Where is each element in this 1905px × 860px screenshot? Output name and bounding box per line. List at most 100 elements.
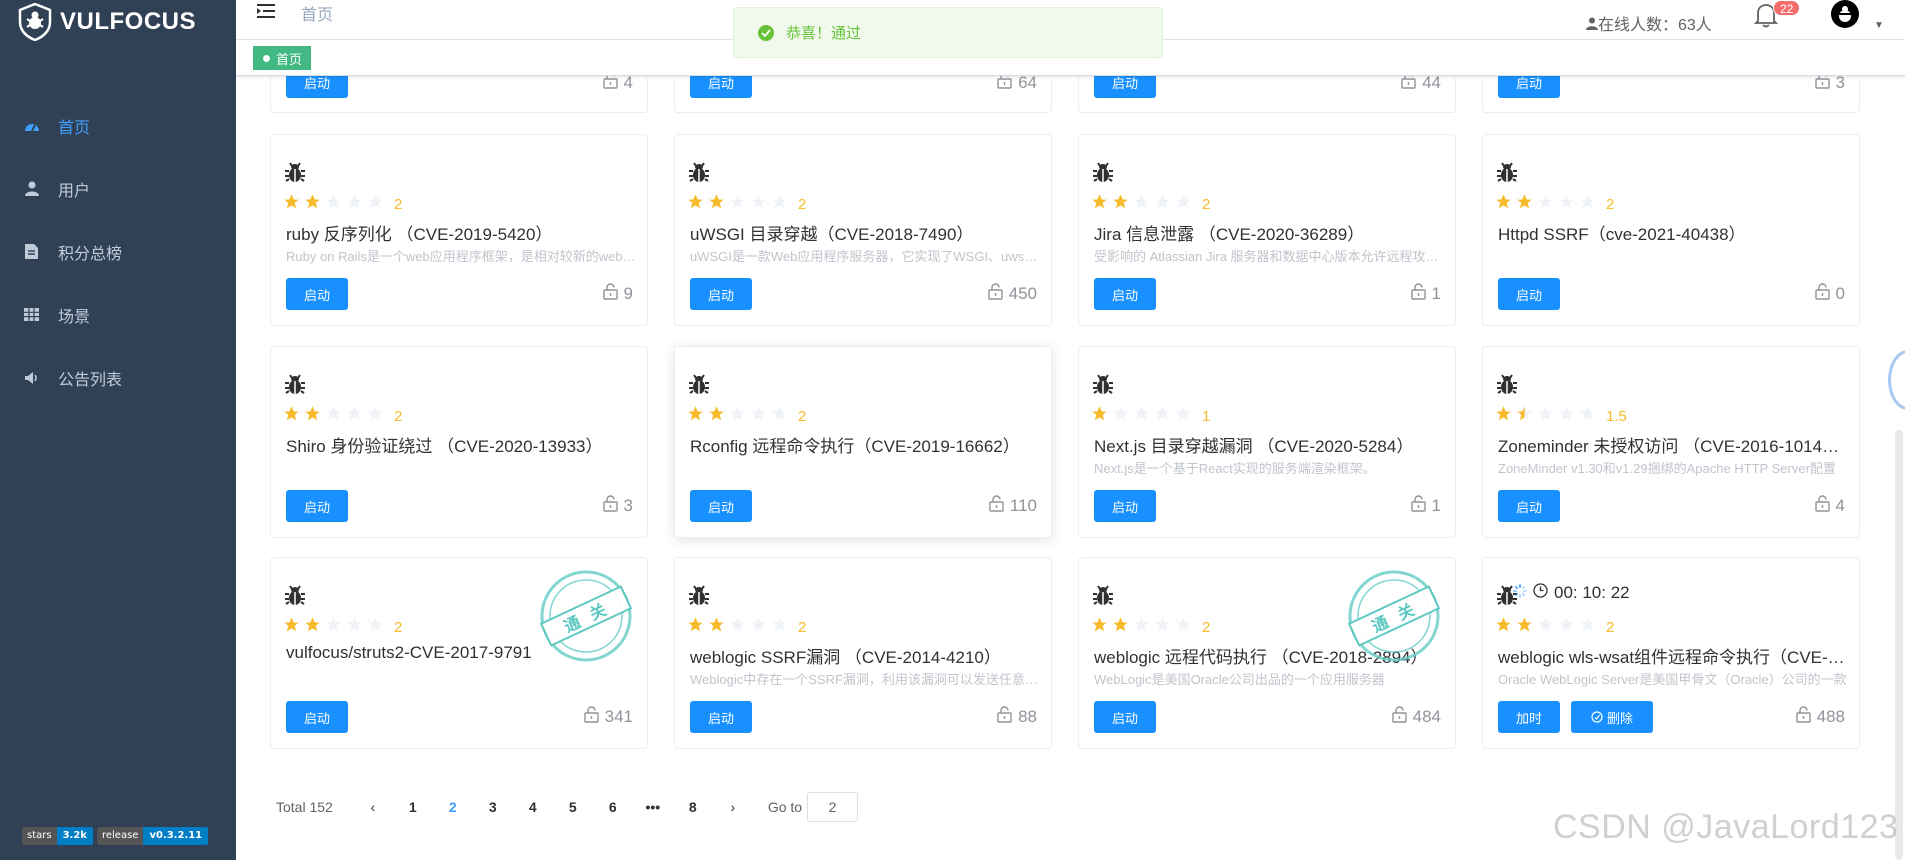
page-button[interactable]: 8 — [673, 799, 713, 815]
scene-card[interactable]: 2 Jira 信息泄露 （CVE-2020-36289） 受影响的 Atlassia… — [1078, 134, 1456, 326]
count-value: 1 — [1431, 284, 1441, 303]
start-button[interactable]: 启动 — [286, 701, 348, 733]
star-icon — [304, 616, 321, 638]
scene-card[interactable]: 1.5 Zoneminder 未授权访问 （CVE-2016-10140） Zone… — [1482, 346, 1860, 538]
lock-icon — [987, 283, 1003, 305]
star-icon — [346, 405, 363, 427]
badge-key: release — [96, 827, 144, 845]
scene-card[interactable]: 2 Shiro 身份验证绕过 （CVE-2020-13933） 启动 3 — [270, 346, 648, 538]
lock-icon — [1410, 283, 1426, 305]
start-button[interactable]: 启动 — [1094, 701, 1156, 733]
page-button[interactable]: 5 — [553, 799, 593, 815]
scene-card[interactable]: 2 vulfocus/struts2-CVE-2017-9791 启动 341 通 关 — [270, 557, 648, 749]
lock-icon — [1814, 495, 1830, 517]
online-users: 在线人数：63人 — [1586, 11, 1712, 35]
start-button[interactable]: 启动 — [1094, 76, 1156, 98]
hamburger-icon[interactable] — [256, 2, 276, 25]
start-button[interactable]: 启动 — [1498, 76, 1560, 98]
scene-description: Weblogic中存在一个SSRF漏洞，利用该漏洞可以发送任意HTTP请求 — [690, 672, 1040, 687]
breadcrumb[interactable]: 首页 — [301, 1, 333, 25]
star-icon — [729, 193, 746, 215]
star-icon — [304, 193, 321, 215]
star-icon — [304, 405, 321, 427]
usage-count: 64 — [997, 76, 1037, 94]
clock-icon — [1533, 583, 1548, 603]
more-pages-button[interactable]: ••• — [633, 799, 673, 815]
rating-score: 1 — [1202, 407, 1211, 425]
scene-card[interactable]: 2 Rconfig 远程命令执行（CVE-2019-16662） 启动 110 — [674, 346, 1052, 538]
start-button[interactable]: 启动 — [1498, 490, 1560, 522]
start-button[interactable]: 启动 — [286, 76, 348, 98]
sidebar-item-scenes[interactable]: 场景 — [0, 283, 236, 346]
star-icon — [1495, 193, 1512, 215]
start-button[interactable]: 启动 — [1094, 490, 1156, 522]
bug-avatar-icon — [1839, 6, 1851, 22]
usage-count: 3 — [1814, 76, 1845, 94]
online-count: 在线人数：63人 — [1598, 17, 1712, 34]
lock-icon — [1795, 706, 1811, 728]
start-button[interactable]: 启动 — [690, 701, 752, 733]
scene-card[interactable]: 2 Httpd SSRF（cve-2021-40438） 启动 0 — [1482, 134, 1860, 326]
bug-icon — [1495, 372, 1519, 401]
sidebar-item-home[interactable]: 首页 — [0, 94, 236, 157]
difficulty-rating: 2 — [1091, 616, 1210, 638]
scrollbar[interactable] — [1895, 430, 1903, 860]
goto-page-input[interactable] — [807, 792, 859, 822]
star-icon — [1537, 405, 1554, 427]
count-value: 64 — [1018, 76, 1037, 92]
start-button[interactable]: 启动 — [690, 490, 752, 522]
scene-card[interactable]: 1 Next.js 目录穿越漏洞 （CVE-2020-5284） Next.js是一… — [1078, 346, 1456, 538]
star-icon — [1516, 405, 1533, 427]
page-list: 1 2 3 4 5 6 ••• 8 — [393, 799, 713, 815]
tag-home[interactable]: 首页 — [253, 46, 312, 70]
star-icon — [771, 616, 788, 638]
usage-count: 1 — [1410, 283, 1441, 305]
user-icon — [23, 180, 40, 197]
start-button[interactable]: 启动 — [1498, 278, 1560, 310]
page-button[interactable]: 3 — [473, 799, 513, 815]
star-icon — [1516, 193, 1533, 215]
star-icon — [346, 193, 363, 215]
sidebar-item-announcements[interactable]: 公告列表 — [0, 346, 236, 409]
sidebar-item-users[interactable]: 用户 — [0, 157, 236, 220]
app-logo[interactable]: VULFOCUS — [0, 0, 236, 44]
start-button[interactable]: 启动 — [286, 490, 348, 522]
stars-badge[interactable]: stars 3.2k — [22, 827, 93, 845]
star-icon — [1537, 193, 1554, 215]
start-button[interactable]: 启动 — [1094, 278, 1156, 310]
scene-card[interactable]: 2 weblogic SSRF漏洞 （CVE-2014-4210） Weblogic… — [674, 557, 1052, 749]
scene-card[interactable]: 2 uWSGI 目录穿越（CVE-2018-7490） uWSGI是一款Web应用程… — [674, 134, 1052, 326]
release-badge[interactable]: release v0.3.2.11 — [96, 827, 209, 845]
scene-card[interactable]: 2 weblogic 远程代码执行 （CVE-2018-2894） WebLogic… — [1078, 557, 1456, 749]
star-icon — [1091, 405, 1108, 427]
page-button[interactable]: 1 — [393, 799, 433, 815]
page-button[interactable]: 4 — [513, 799, 553, 815]
scene-card: 启动 3 — [1482, 76, 1860, 113]
rating-score: 2 — [798, 618, 807, 636]
scene-description: Next.js是一个基于React实现的服务端渲染框架。 — [1094, 461, 1376, 476]
difficulty-rating: 2 — [687, 616, 806, 638]
page-button[interactable]: 6 — [593, 799, 633, 815]
lock-icon — [997, 706, 1012, 728]
delete-button[interactable]: 删除 — [1571, 701, 1653, 733]
start-button[interactable]: 启动 — [690, 76, 752, 98]
start-button[interactable]: 启动 — [286, 278, 348, 310]
scene-card[interactable]: 2 ruby 反序列化 （CVE-2019-5420） Ruby on Rails是… — [270, 134, 648, 326]
prev-page-button[interactable]: ‹ — [353, 799, 393, 815]
extend-time-button[interactable]: 加时 — [1498, 701, 1560, 733]
page-button[interactable]: 2 — [433, 799, 473, 815]
count-value: 484 — [1412, 707, 1441, 726]
usage-count: 4 — [1814, 495, 1845, 517]
goto-page: Go to — [768, 792, 859, 822]
sidebar-item-leaderboard[interactable]: 积分总榜 — [0, 220, 236, 283]
start-button[interactable]: 启动 — [690, 278, 752, 310]
star-icon — [1495, 616, 1512, 638]
document-icon — [23, 243, 40, 260]
scene-card[interactable]: 00: 10: 22 2 weblogic wls-wsat组件远程命令执行（CVE… — [1482, 557, 1860, 749]
star-icon — [1495, 405, 1512, 427]
chevron-down-icon[interactable]: ▼ — [1874, 20, 1884, 31]
avatar[interactable] — [1831, 0, 1859, 28]
star-icon — [1154, 405, 1171, 427]
next-page-button[interactable]: › — [713, 799, 753, 815]
star-icon — [771, 193, 788, 215]
